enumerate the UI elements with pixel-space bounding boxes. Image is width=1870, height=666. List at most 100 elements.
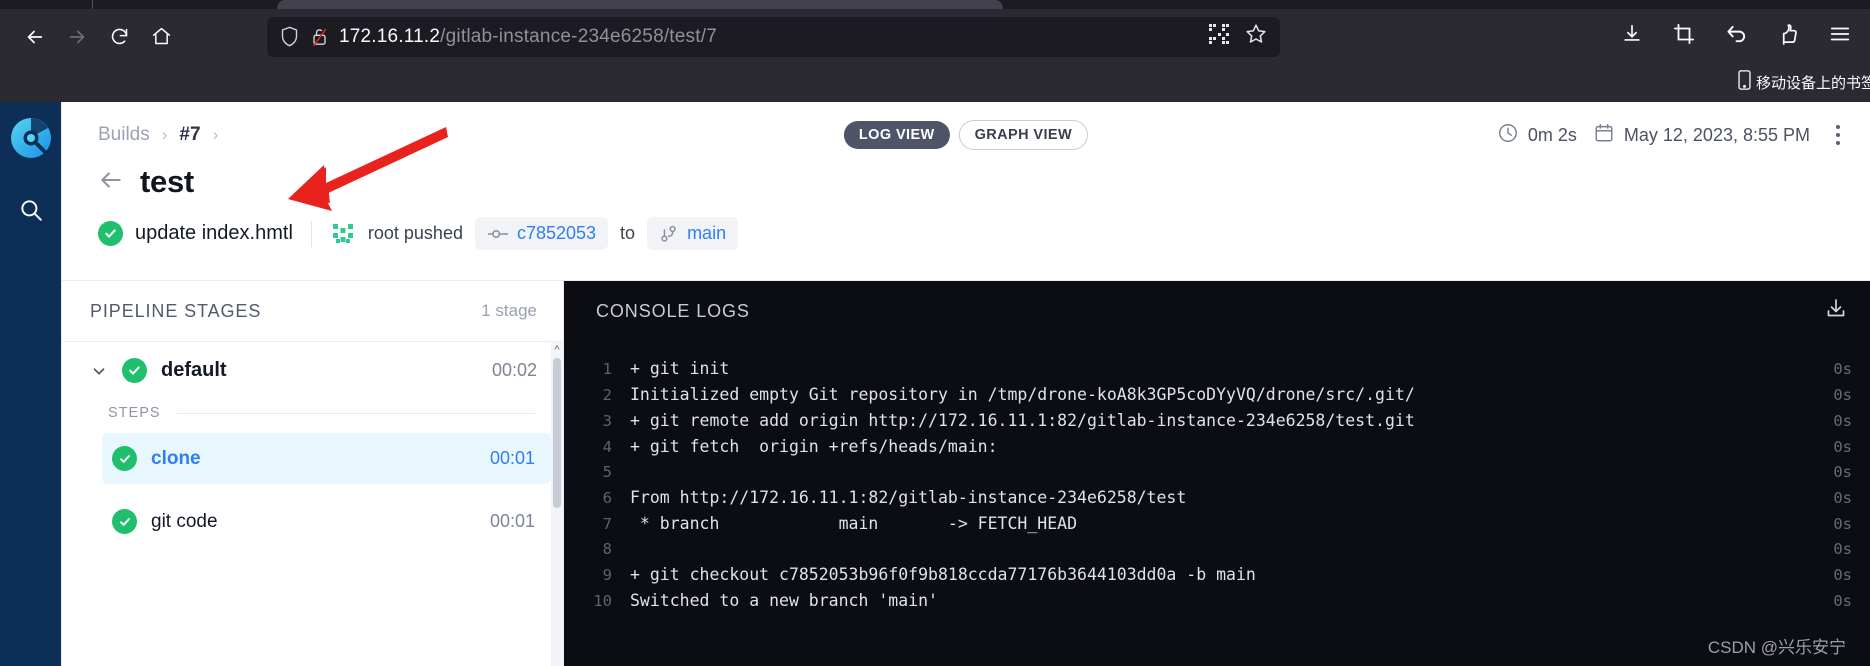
line-text: Initialized empty Git repository in /tmp… [630,385,1415,404]
bookmark-label: 移动设备上的书签 [1755,74,1870,92]
timestamp-text: May 12, 2023, 8:55 PM [1623,124,1810,145]
line-timestamp: 0s [1833,463,1852,481]
page-title: test [140,164,194,199]
log-line: 2 Initialized empty Git repository in /tm… [564,382,1870,408]
line-timestamp: 0s [1833,540,1852,558]
chevron-right-icon: › [161,125,168,144]
qr-code-icon[interactable] [1208,23,1230,50]
active-tab[interactable] [277,0,1003,9]
title-row: test [98,164,1842,200]
line-text: Switched to a new branch 'main' [630,591,938,610]
line-text: + git init [630,359,730,378]
branch-icon [659,224,679,244]
line-timestamp: 0s [1833,412,1852,430]
log-line: 9 + git checkout c7852053b96f0f9b818ccda7… [564,562,1870,588]
arrow-left-icon [24,26,46,48]
chevron-down-icon[interactable] [90,362,108,380]
watermark: CSDN @兴乐安宁 [1707,638,1846,657]
download-logs-button[interactable] [1824,297,1848,326]
branch-chip[interactable]: main [647,217,739,250]
screenshot-crop-icon [1673,23,1695,50]
back-to-builds-button[interactable] [98,167,124,198]
search-icon [18,197,44,228]
tab-separator [92,0,93,9]
line-timestamp: 0s [1833,489,1852,507]
log-line: 6 From http://172.16.11.1:82/gitlab-insta… [564,485,1870,511]
check-circle-icon [112,446,137,471]
browser-actions [1612,17,1860,57]
log-line: 5 0s [564,460,1870,485]
tab-log-view[interactable]: LOG VIEW [843,121,950,149]
check-circle-icon [98,221,123,246]
stages-scroll-area: default 00:02 STEPS clone 00:01 git code… [62,342,563,666]
breadcrumb-build-number[interactable]: #7 [179,124,200,146]
kebab-menu-icon[interactable] [1832,121,1844,149]
line-number: 7 [602,515,612,533]
log-line: 3 + git remote add origin http://172.16.1… [564,408,1870,434]
line-timestamp: 0s [1833,360,1852,378]
breadcrumb-builds[interactable]: Builds [98,124,150,146]
star-icon[interactable] [1244,22,1268,51]
steps-divider [176,412,535,414]
sidebar-search-button[interactable] [13,194,49,230]
commit-author-text: root pushed [367,223,463,243]
address-bar[interactable]: 172.16.11.2/gitlab-instance-234e6258/tes… [267,16,1280,57]
timestamp-meta: May 12, 2023, 8:55 PM [1593,122,1810,149]
mobile-device-icon [1738,70,1751,94]
reload-button[interactable] [98,16,140,58]
step-git-code[interactable]: git code 00:01 [102,496,551,547]
arrow-right-icon [66,26,88,48]
menu-button[interactable] [1820,17,1860,57]
screenshot-button[interactable] [1664,17,1704,57]
shield-icon[interactable] [279,25,300,48]
line-timestamp: 0s [1833,386,1852,404]
pocket-button[interactable] [1768,17,1808,57]
step-clone[interactable]: clone 00:01 [102,433,551,484]
line-timestamp: 0s [1833,592,1852,610]
back-button[interactable] [14,16,56,58]
step-name: git code [151,510,218,532]
hamburger-menu-icon [1829,23,1851,50]
scrollbar-thumb[interactable] [553,358,561,508]
broken-lock-icon[interactable] [310,26,329,48]
chevron-up-icon[interactable]: ^ [551,342,563,358]
user-avatar [329,220,356,247]
check-circle-icon [112,509,137,534]
steps-section-header: STEPS [62,399,563,421]
tab-graph-view[interactable]: GRAPH VIEW [958,120,1089,150]
main-content: Builds › #7 › test update index.hmtl roo… [61,102,1870,666]
commit-sha-chip[interactable]: c7852053 [474,217,609,250]
log-line: 8 0s [564,537,1870,562]
forward-button[interactable] [56,16,98,58]
line-text: From http://172.16.11.1:82/gitlab-instan… [630,488,1187,507]
browser-window: 172.16.11.2/gitlab-instance-234e6258/tes… [0,0,1870,666]
drone-logo[interactable] [9,116,53,160]
stage-count: 1 stage [481,301,537,320]
drone-ci-app: Builds › #7 › test update index.hmtl roo… [0,102,1870,666]
home-icon [151,26,172,47]
log-line: 4 + git fetch origin +refs/heads/main: 0s [564,434,1870,460]
line-timestamp: 0s [1833,566,1852,584]
line-number: 4 [602,438,612,456]
bookmarks-bar: 移动设备上的书签 [0,64,1870,102]
download-icon [1824,297,1848,326]
console-logs-title: CONSOLE LOGS [596,301,750,321]
download-button[interactable] [1612,17,1652,57]
build-header: Builds › #7 › test update index.hmtl roo… [62,102,1870,281]
divider [310,220,312,247]
download-icon [1621,23,1643,50]
duration-meta: 0m 2s [1497,122,1577,149]
bookmark-mobile-folder[interactable]: 移动设备上的书签 [1738,70,1870,94]
pipeline-stages-header: PIPELINE STAGES 1 stage [62,281,563,342]
stage-name: default [161,359,227,381]
duration-text: 0m 2s [1527,124,1577,145]
browser-toolbar: 172.16.11.2/gitlab-instance-234e6258/tes… [0,9,1870,64]
home-button[interactable] [140,16,182,58]
commit-sha: c7852053 [516,223,597,243]
stages-scrollbar[interactable]: ^ [551,342,563,666]
line-number: 5 [602,463,612,481]
stage-default[interactable]: default 00:02 [62,342,563,399]
undo-button[interactable] [1716,17,1756,57]
clock-icon [1497,122,1519,149]
console-log-lines: 1 + git init 0s 2 Initialized empty Git rep… [564,342,1870,666]
